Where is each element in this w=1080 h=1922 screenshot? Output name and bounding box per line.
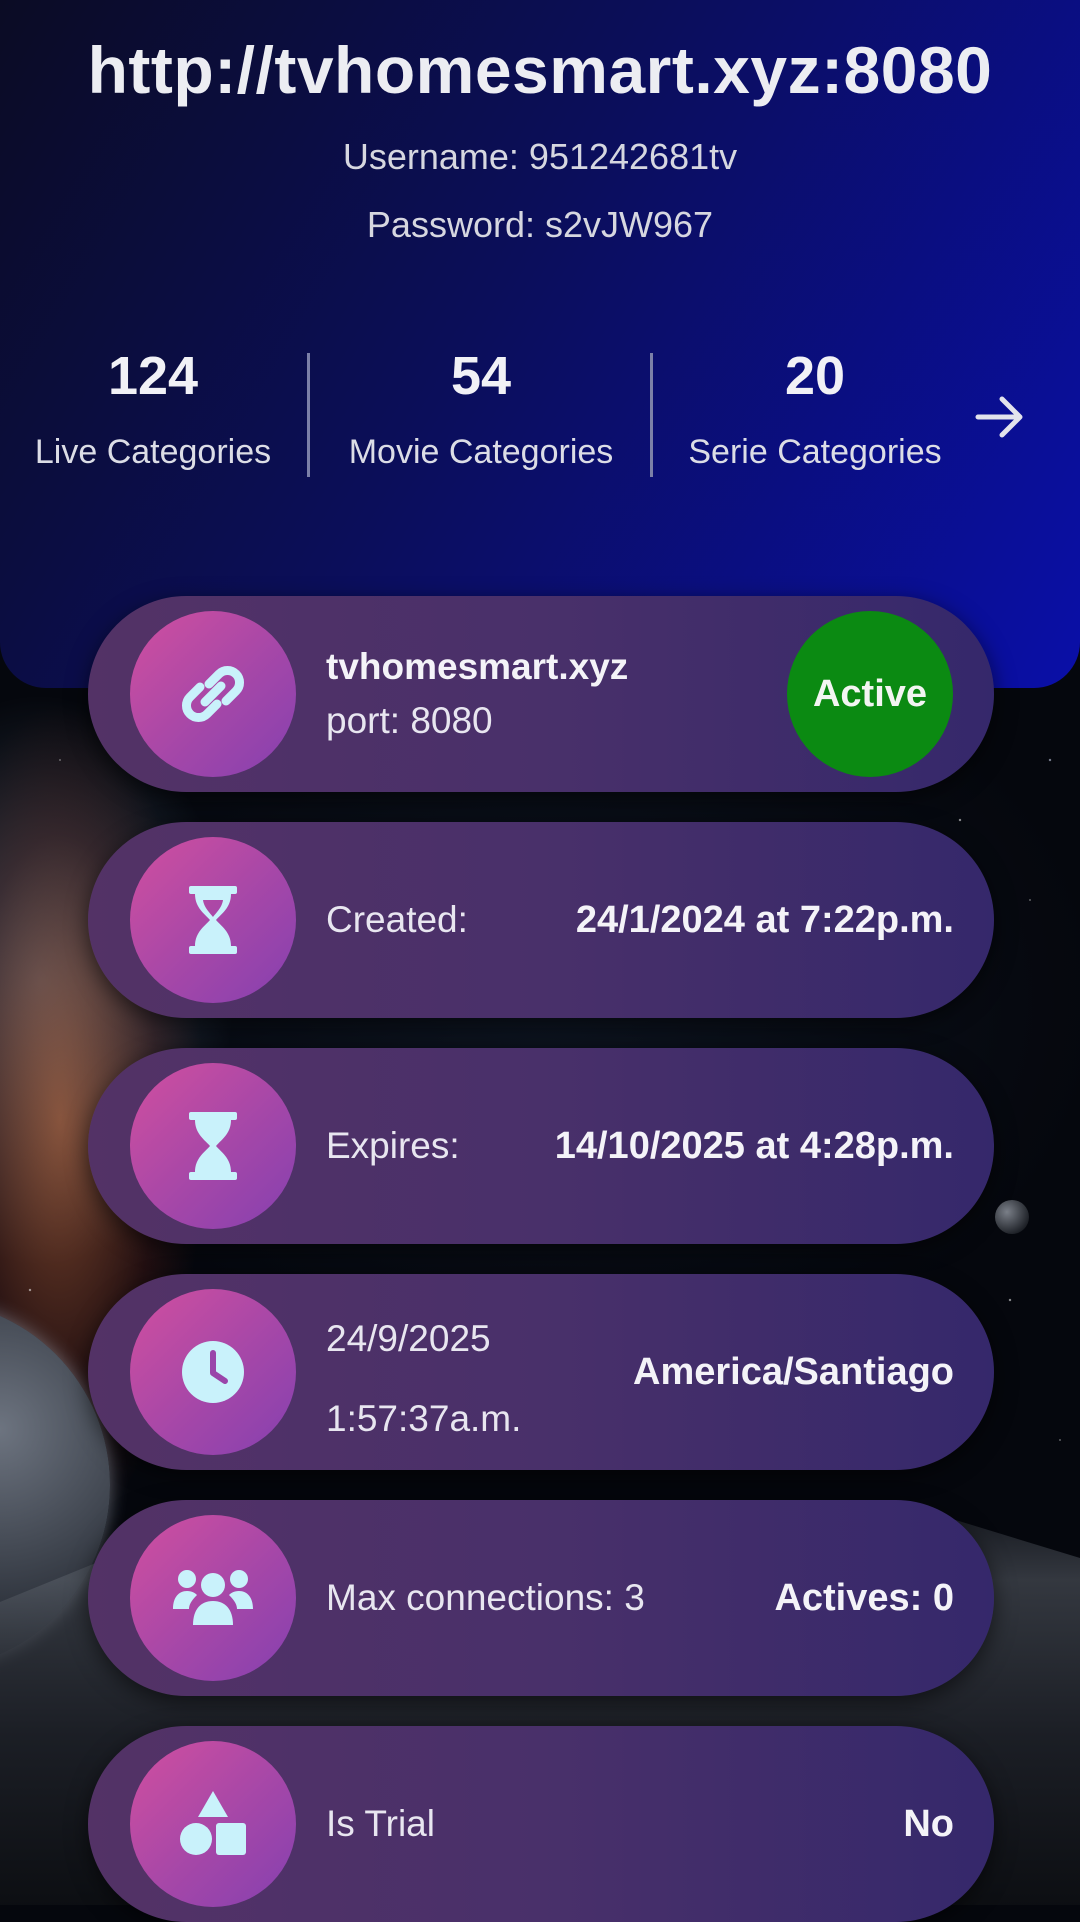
arrow-right-icon <box>975 396 1023 438</box>
account-header: http://tvhomesmart.xyz:8080 Username: 951… <box>0 0 1080 688</box>
link-icon <box>182 666 244 722</box>
stat-movie-categories[interactable]: 54 Movie Categories <box>306 345 656 472</box>
users-icon <box>173 1570 253 1625</box>
connections-card: Max connections: 3 Actives: 0 <box>88 1500 994 1696</box>
link-icon-circle <box>130 611 296 777</box>
server-port: port: 8080 <box>326 700 493 741</box>
server-url: http://tvhomesmart.xyz:8080 <box>87 33 993 107</box>
expires-label: Expires: <box>326 1125 460 1166</box>
server-time-card: 24/9/2025 1:57:37a.m. America/Santiago <box>88 1274 994 1470</box>
users-icon-circle <box>130 1515 296 1681</box>
hourglass-icon <box>189 1112 237 1180</box>
status-badge: Active <box>787 611 953 777</box>
max-connections-label: Max connections: 3 <box>326 1577 645 1618</box>
server-clock: 1:57:37a.m. <box>326 1398 522 1439</box>
stat-live-categories[interactable]: 124 Live Categories <box>0 345 306 472</box>
shapes-icon-circle <box>130 1741 296 1907</box>
trial-card: Is Trial No <box>88 1726 994 1922</box>
clock-icon-circle <box>130 1289 296 1455</box>
live-categories-label: Live Categories <box>34 433 272 471</box>
serie-categories-count: 20 <box>784 346 846 406</box>
serie-categories-label: Serie Categories <box>688 433 942 471</box>
shapes-icon <box>180 1791 246 1855</box>
active-connections-value: Actives: 0 <box>774 1576 954 1619</box>
is-trial-label: Is Trial <box>326 1803 435 1844</box>
expires-value: 14/10/2025 at 4:28p.m. <box>554 1124 954 1167</box>
hourglass-icon <box>189 886 237 954</box>
created-label: Created: <box>326 899 468 940</box>
stat-serie-categories[interactable]: 20 Serie Categories <box>656 345 974 472</box>
hourglass-icon-circle <box>130 837 296 1003</box>
password-label: Password: <box>366 204 535 245</box>
created-card: Created: 24/1/2024 at 7:22p.m. <box>88 822 994 1018</box>
timezone-value: America/Santiago <box>633 1350 954 1393</box>
stat-divider <box>650 353 653 477</box>
is-trial-value: No <box>903 1802 954 1845</box>
username-line: Username: 951242681tv <box>0 136 1080 178</box>
username-label: Username: <box>342 136 519 177</box>
password-line: Password: s2vJW967 <box>0 204 1080 246</box>
movie-categories-count: 54 <box>450 346 512 406</box>
server-date: 24/9/2025 <box>326 1318 491 1359</box>
movie-categories-label: Movie Categories <box>348 433 614 471</box>
created-value: 24/1/2024 at 7:22p.m. <box>575 898 954 941</box>
username-value: 951242681tv <box>528 136 738 177</box>
clock-icon <box>182 1341 244 1403</box>
hourglass-icon-circle <box>130 1063 296 1229</box>
next-arrow-button[interactable] <box>968 385 1032 449</box>
live-categories-count: 124 <box>107 346 199 406</box>
server-info-card[interactable]: tvhomesmart.xyz port: 8080 Active <box>88 596 994 792</box>
expires-card: Expires: 14/10/2025 at 4:28p.m. <box>88 1048 994 1244</box>
server-host: tvhomesmart.xyz <box>326 646 629 687</box>
moon-image <box>995 1200 1029 1234</box>
category-stats: 124 Live Categories 54 Movie Categories … <box>0 345 1080 495</box>
password-value: s2vJW967 <box>545 204 714 245</box>
